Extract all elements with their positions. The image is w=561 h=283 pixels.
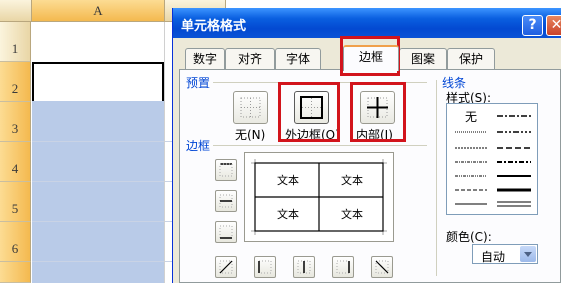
row-header-1[interactable]: 1 [0,22,31,62]
row-header-6[interactable]: 6 [0,222,31,262]
dialog-title: 单元格格式 [181,19,247,34]
close-button[interactable]: ✕ [546,15,561,36]
border-inside-vertical-button[interactable] [293,256,315,278]
diagonal-down-icon [375,260,389,274]
dialog-titlebar[interactable]: 单元格格式 ? ✕ [173,8,561,38]
border-diagonal-down-button[interactable] [371,256,393,278]
border-right-icon [336,260,350,274]
gridline [32,221,172,222]
border-left-icon [258,260,272,274]
preview-cell-text: 文本 [341,208,363,221]
border-none-icon [240,97,261,118]
tab-patterns[interactable]: 图案 [399,48,447,70]
select-all-corner[interactable] [0,0,32,22]
border-inside-horizontal-icon [219,194,233,208]
border-top-icon [219,163,233,177]
preset-outline-label: 外边框(O) [285,128,340,142]
tab-strip: 数字 对齐 字体 边框 图案 保护 [173,45,561,71]
tab-number[interactable]: 数字 [185,48,225,70]
tab-font[interactable]: 字体 [275,48,321,70]
border-top-button[interactable] [215,159,237,181]
line-style-list[interactable]: 无 [446,103,538,215]
column-header-a[interactable]: A [32,0,165,22]
diagonal-up-icon [219,260,233,274]
row-header-4[interactable]: 4 [0,142,31,182]
border-inside-vertical-icon [297,260,311,274]
line-style-samples[interactable] [447,104,537,214]
gridline [164,22,165,283]
presets-group-label: 预置 [186,76,211,90]
row-header-7[interactable] [0,262,31,283]
border-divider [213,145,427,146]
border-diagonal-up-button[interactable] [215,256,237,278]
preview-cell-text: 文本 [341,174,363,187]
border-bottom-icon [219,225,233,239]
row-header-3[interactable]: 3 [0,102,31,142]
gridline [32,261,172,262]
border-group-label: 边框 [186,139,211,153]
border-bottom-button[interactable] [215,221,237,243]
active-cell[interactable] [32,62,164,101]
gridline [32,141,172,142]
preset-none-button[interactable] [233,91,268,124]
help-button[interactable]: ? [522,15,543,36]
preset-inside-label: 内部(I) [356,128,393,142]
gridline [32,181,172,182]
preset-none-label: 无(N) [235,128,266,142]
preview-cell-text: 文本 [277,208,299,221]
border-inside-icon [367,97,388,118]
line-color-value: 自动 [481,250,506,264]
row-header-2[interactable]: 2 [0,62,31,102]
preset-outline-button[interactable] [294,91,329,124]
border-inside-horizontal-button[interactable] [215,190,237,212]
border-preview[interactable]: 文本 文本 文本 文本 [244,152,394,242]
tab-border[interactable]: 边框 [343,45,399,71]
tab-alignment[interactable]: 对齐 [225,48,275,70]
border-outline-icon [300,96,323,119]
preview-cell-text: 文本 [277,174,299,187]
chevron-down-icon[interactable] [520,246,536,262]
preset-inside-button[interactable] [360,91,395,124]
line-color-label: 颜色(C): [446,230,492,244]
border-left-button[interactable] [254,256,276,278]
border-right-button[interactable] [332,256,354,278]
line-group-divider [436,80,437,276]
tab-protection[interactable]: 保护 [447,48,495,70]
presets-divider [213,82,427,83]
row-header-5[interactable]: 5 [0,182,31,222]
line-color-select[interactable]: 自动 [472,244,538,264]
